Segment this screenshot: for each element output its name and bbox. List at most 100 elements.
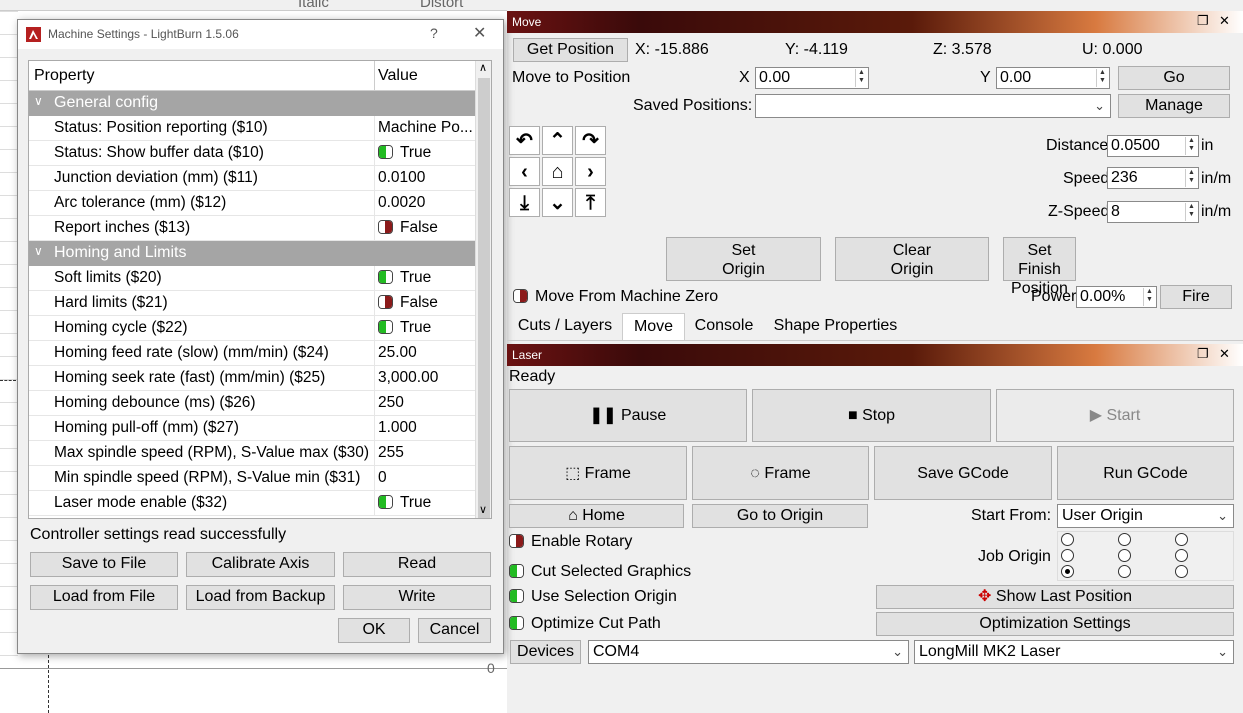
go-to-origin-button[interactable]: Go to Origin (692, 504, 868, 528)
jog-left-icon[interactable]: ‹ (509, 157, 540, 186)
toggle-on-icon[interactable] (509, 589, 524, 603)
group-header-general[interactable]: ∨ General config (29, 91, 475, 116)
jog-up-icon[interactable]: ⌃ (542, 126, 573, 155)
restore-icon[interactable]: ❐ (1197, 13, 1209, 29)
row-value[interactable]: True (378, 269, 431, 287)
row-value[interactable]: 0.0020 (378, 194, 425, 212)
set-origin-button[interactable]: Set Origin (666, 237, 821, 281)
row-value[interactable]: True (378, 319, 431, 337)
spinner-icon[interactable]: ▲ ▼ (1096, 69, 1108, 87)
close-icon[interactable]: ✕ (473, 23, 486, 43)
toggle-on-icon[interactable] (378, 145, 393, 159)
scroll-thumb[interactable] (478, 78, 490, 518)
frame-circle-button[interactable]: ◌ Frame (692, 446, 869, 500)
close-icon[interactable]: ✕ (1219, 13, 1230, 29)
table-row[interactable]: Homing pull-off (mm) ($27) 1.000 (29, 416, 475, 441)
job-origin-radio-selected[interactable] (1061, 565, 1074, 578)
table-row[interactable]: Laser mode enable ($32) True (29, 491, 475, 516)
job-origin-radio[interactable] (1061, 549, 1074, 562)
row-value[interactable]: Machine Po... (378, 119, 473, 137)
jog-right-icon[interactable]: › (575, 157, 606, 186)
job-origin-radio[interactable] (1118, 549, 1131, 562)
show-last-position-button[interactable]: ✥ Show Last Position (876, 585, 1234, 609)
toggle-off-icon[interactable] (378, 220, 393, 234)
row-value[interactable]: 1.000 (378, 419, 417, 437)
row-value[interactable]: 0 (378, 469, 387, 487)
cancel-button[interactable]: Cancel (418, 618, 491, 643)
scroll-up-icon[interactable]: ∧ (479, 61, 487, 74)
spinner-icon[interactable]: ▲ ▼ (1185, 169, 1197, 187)
write-button[interactable]: Write (343, 585, 491, 610)
frame-rect-button[interactable]: ⬚ Frame (509, 446, 687, 500)
row-value[interactable]: 3,000.00 (378, 369, 438, 387)
toggle-on-icon[interactable] (378, 320, 393, 334)
column-header-property[interactable]: Property (34, 67, 94, 85)
table-row[interactable]: Status: Show buffer data ($10) True (29, 141, 475, 166)
enable-rotary-toggle[interactable]: Enable Rotary (509, 533, 632, 551)
manage-button[interactable]: Manage (1118, 94, 1230, 118)
run-gcode-button[interactable]: Run GCode (1057, 446, 1234, 500)
rotate-cw-icon[interactable]: ↷ (575, 126, 606, 155)
cut-selected-toggle[interactable]: Cut Selected Graphics (509, 563, 691, 581)
job-origin-radio[interactable] (1175, 549, 1188, 562)
job-origin-radio[interactable] (1061, 533, 1074, 546)
start-from-select[interactable]: User Origin ⌄ (1057, 504, 1234, 528)
stop-button[interactable]: ■ Stop (752, 389, 991, 442)
start-button[interactable]: ▶ Start (996, 389, 1234, 442)
row-value[interactable]: True (378, 494, 431, 512)
row-value[interactable]: 250 (378, 394, 404, 412)
laser-panel-titlebar[interactable]: Laser ❐ ✕ (507, 344, 1243, 366)
italic-label[interactable]: Italic (298, 0, 329, 10)
table-scrollbar[interactable]: ∧ ∨ (475, 61, 491, 518)
row-value[interactable]: 25.00 (378, 344, 417, 362)
table-row[interactable]: Soft limits ($20) True (29, 266, 475, 291)
spinner-icon[interactable]: ▲ ▼ (1185, 203, 1197, 221)
table-row[interactable]: Status: Position reporting ($10) Machine … (29, 116, 475, 141)
load-from-file-button[interactable]: Load from File (30, 585, 178, 610)
ok-button[interactable]: OK (338, 618, 410, 643)
distort-label[interactable]: Distort (420, 0, 463, 10)
table-row[interactable]: Min spindle speed (RPM), S-Value min ($3… (29, 466, 475, 491)
column-header-value[interactable]: Value (378, 67, 418, 85)
toggle-on-icon[interactable] (509, 616, 524, 630)
rotate-ccw-icon[interactable]: ↶ (509, 126, 540, 155)
optimization-settings-button[interactable]: Optimization Settings (876, 612, 1234, 636)
close-icon[interactable]: ✕ (1219, 346, 1230, 362)
toggle-off-icon[interactable] (513, 289, 528, 303)
saved-positions-select[interactable]: ⌄ (755, 94, 1111, 118)
table-row[interactable]: Junction deviation (mm) ($11) 0.0100 (29, 166, 475, 191)
spinner-icon[interactable]: ▲ ▼ (1185, 137, 1197, 155)
tab-console[interactable]: Console (686, 313, 762, 340)
z-down-icon[interactable]: ⤓ (509, 188, 540, 217)
table-row[interactable]: Hard limits ($21) False (29, 291, 475, 316)
calibrate-axis-button[interactable]: Calibrate Axis (186, 552, 335, 577)
group-header-homing[interactable]: ∨ Homing and Limits (29, 241, 475, 266)
toggle-off-icon[interactable] (509, 534, 524, 548)
row-value[interactable]: 255 (378, 444, 404, 462)
distance-input[interactable]: 0.0500 ▲ ▼ (1107, 135, 1199, 157)
spinner-icon[interactable]: ▲ ▼ (855, 69, 867, 87)
table-row[interactable]: Max spindle speed (RPM), S-Value max ($3… (29, 441, 475, 466)
set-finish-position-button[interactable]: Set Finish Position (1003, 237, 1076, 297)
move-panel-titlebar[interactable]: Move ❐ ✕ (507, 11, 1243, 33)
job-origin-radio[interactable] (1175, 565, 1188, 578)
move-from-zero-toggle[interactable]: Move From Machine Zero (513, 288, 718, 306)
table-row[interactable]: Arc tolerance (mm) ($12) 0.0020 (29, 191, 475, 216)
jog-down-icon[interactable]: ⌄ (542, 188, 573, 217)
tab-shape-properties[interactable]: Shape Properties (763, 313, 908, 340)
settings-table[interactable]: Property Value ∨ General config Status: … (28, 60, 492, 519)
home-button[interactable]: ⌂ Home (509, 504, 684, 528)
dialog-titlebar[interactable]: Machine Settings - LightBurn 1.5.06 ? ✕ (18, 20, 503, 49)
get-position-button[interactable]: Get Position (513, 38, 628, 62)
y-position-input[interactable]: 0.00 ▲ ▼ (996, 67, 1110, 89)
zspeed-input[interactable]: 8 ▲ ▼ (1107, 201, 1199, 223)
help-button[interactable]: ? (430, 25, 438, 41)
row-value[interactable]: False (378, 219, 438, 237)
job-origin-radio[interactable] (1118, 533, 1131, 546)
optimize-cut-path-toggle[interactable]: Optimize Cut Path (509, 615, 661, 633)
tab-cuts-layers[interactable]: Cuts / Layers (509, 313, 621, 340)
toggle-off-icon[interactable] (378, 295, 393, 309)
scroll-down-icon[interactable]: ∨ (479, 503, 487, 516)
row-value[interactable]: True (378, 144, 431, 162)
load-from-backup-button[interactable]: Load from Backup (186, 585, 335, 610)
